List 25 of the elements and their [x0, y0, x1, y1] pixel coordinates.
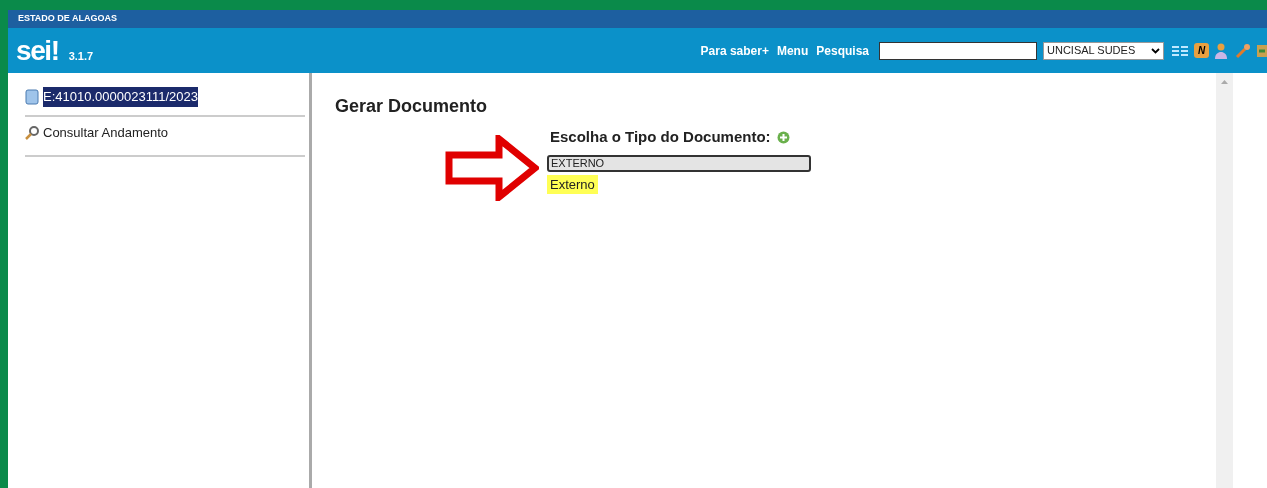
scroll-up-icon[interactable]: [1221, 79, 1228, 84]
add-icon[interactable]: [776, 130, 790, 144]
filter-field[interactable]: EXTERNO: [547, 154, 811, 172]
header-link[interactable]: Pesquisa: [816, 41, 869, 60]
document-icon: [25, 89, 39, 105]
unit-select[interactable]: UNCISAL SUDES: [1043, 41, 1164, 60]
banner-title: ESTADO DE ALAGOAS: [18, 12, 117, 26]
version-label: 3.1.7: [68, 49, 94, 65]
prompt-label: Escolha o Tipo do Documento:: [550, 127, 771, 147]
caret-icon: [1151, 47, 1160, 54]
option-item[interactable]: Externo: [547, 174, 598, 194]
exit-icon[interactable]: [1257, 42, 1267, 59]
header-link[interactable]: Menu: [776, 41, 809, 60]
magnifier-icon: [25, 126, 39, 140]
notification-badge[interactable]: N: [1194, 43, 1209, 58]
scrollbar[interactable]: [1216, 73, 1233, 488]
sidebar-link[interactable]: Consultar Andamento: [43, 123, 169, 143]
process-link[interactable]: E:41010.0000023111/2023: [43, 87, 198, 107]
logo: sei!: [16, 36, 59, 65]
user-icon[interactable]: [1215, 42, 1227, 59]
search-field[interactable]: [879, 41, 1037, 60]
page-title: Gerar Documento: [335, 95, 489, 118]
list-icon[interactable]: [1172, 44, 1188, 57]
header-link[interactable]: Para saber+: [700, 41, 769, 60]
wrench-icon[interactable]: [1235, 42, 1251, 59]
